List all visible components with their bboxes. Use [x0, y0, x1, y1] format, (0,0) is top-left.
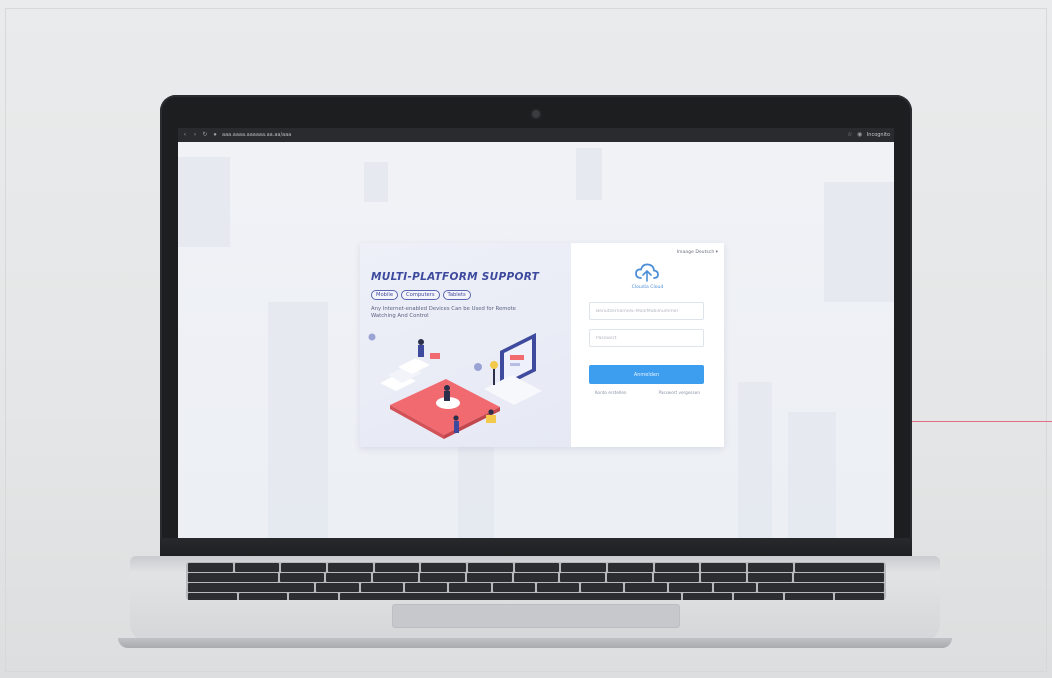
star-icon[interactable]: ☆ [847, 132, 853, 138]
person-figure [418, 345, 424, 357]
background-shape [738, 382, 772, 538]
person-figure [454, 421, 459, 433]
monitor-base [484, 375, 542, 405]
background-shape [364, 162, 388, 202]
back-icon[interactable]: ‹ [182, 132, 188, 138]
laptop-base-edge [118, 638, 952, 648]
decor-sphere [474, 363, 482, 371]
background-shape [824, 182, 894, 302]
promo-description: Any Internet-enabled Devices Can be Used… [371, 306, 516, 319]
background-shape [458, 442, 494, 538]
small-screen [430, 353, 440, 359]
incognito-icon: ◉ [857, 132, 863, 138]
pill-computers: Computers [401, 290, 440, 300]
platform-pills: Mobile Computers Tablets [371, 290, 471, 300]
address-bar[interactable]: aaa.aaaa.aaaaaa.aa.aa/aaa [222, 132, 291, 138]
person-head [418, 339, 424, 345]
monitor-content [510, 355, 524, 360]
background-shape [268, 302, 328, 538]
language-selector[interactable]: Imaage Deutsch ▾ [677, 250, 718, 255]
highlight-line [893, 421, 1052, 422]
reload-icon[interactable]: ↻ [202, 132, 208, 138]
login-links: Konto erstellen Passwort vergessen [595, 390, 700, 395]
login-panel: Imaage Deutsch ▾ Cloudia Cloud Anmelden … [571, 243, 724, 447]
trackpad [392, 604, 680, 628]
keyboard [186, 562, 886, 600]
isometric-illustration [368, 333, 542, 439]
decor-sphere [368, 333, 376, 341]
background-shape [178, 157, 230, 247]
register-link[interactable]: Konto erstellen [595, 390, 627, 395]
username-input[interactable] [589, 302, 704, 320]
pill-mobile: Mobile [371, 290, 399, 300]
cloud-logo-icon [635, 263, 659, 282]
monitor-content [510, 363, 520, 366]
background-shape [788, 412, 836, 538]
background-shape [576, 148, 602, 200]
profile-label[interactable]: Incognito [867, 132, 890, 138]
brand-name: Cloudia Cloud [631, 285, 664, 290]
password-input[interactable] [589, 329, 704, 347]
lamp-pole [493, 367, 495, 385]
promo-title: MULTI-PLATFORM SUPPORT [371, 271, 540, 283]
pill-tablets: Tablets [442, 290, 471, 300]
person-head [453, 415, 459, 421]
login-button[interactable]: Anmelden [589, 365, 704, 384]
lamp-light [490, 361, 498, 369]
webcam [532, 110, 540, 118]
person-head [444, 385, 450, 391]
lock-icon: ● [213, 132, 217, 138]
promo-panel: MULTI-PLATFORM SUPPORT Mobile Computers … [360, 243, 571, 447]
login-card: MULTI-PLATFORM SUPPORT Mobile Computers … [360, 243, 724, 447]
person-head [488, 409, 494, 415]
login-page: MULTI-PLATFORM SUPPORT Mobile Computers … [178, 142, 894, 538]
forward-icon[interactable]: › [192, 132, 198, 138]
seated-person [486, 415, 496, 423]
browser-toolbar: ‹ › ↻ ● aaa.aaaa.aaaaaa.aa.aa/aaa ☆ ◉ In… [178, 128, 894, 142]
person-figure [444, 391, 450, 401]
laptop-screen: ‹ › ↻ ● aaa.aaaa.aaaaaa.aa.aa/aaa ☆ ◉ In… [178, 128, 894, 538]
forgot-password-link[interactable]: Passwort vergessen [659, 390, 700, 395]
